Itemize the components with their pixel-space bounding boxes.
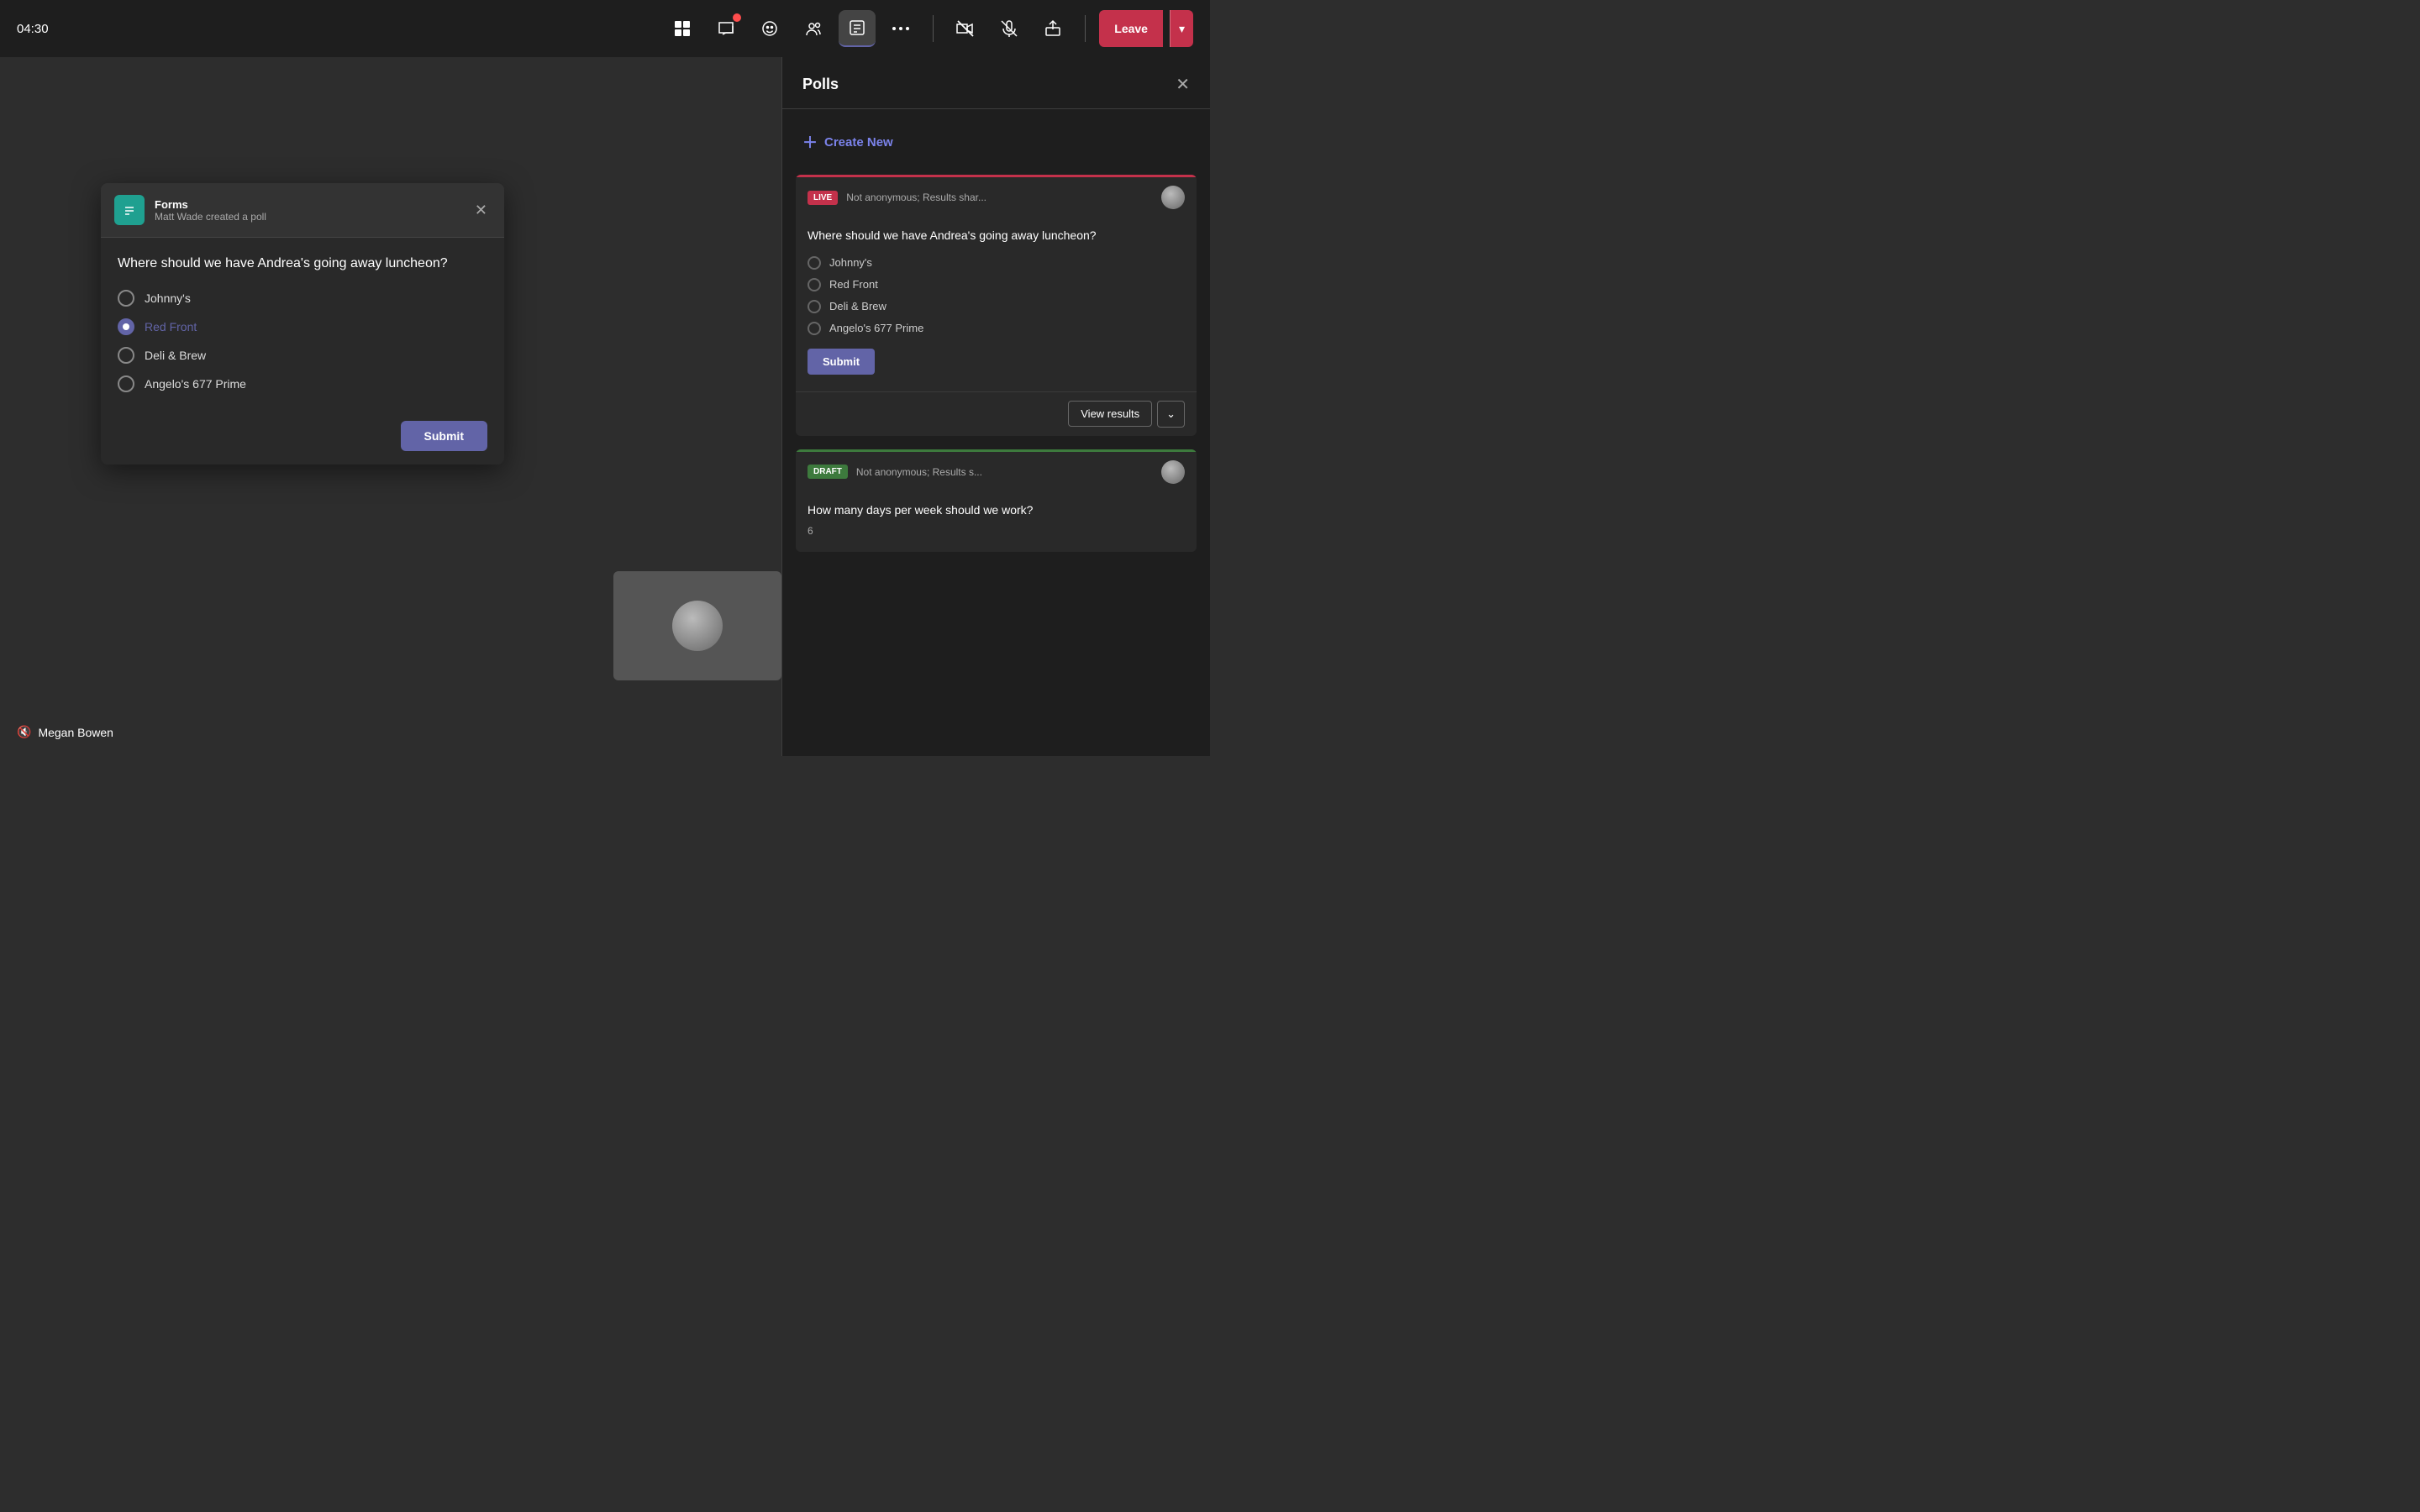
radio-delibrew[interactable] <box>118 347 134 364</box>
option-johnnys-label: Johnny's <box>145 291 191 305</box>
popup-close-button[interactable]: ✕ <box>471 198 491 223</box>
live-option-johnnys[interactable]: Johnny's <box>808 256 1185 270</box>
divider2 <box>1085 15 1086 42</box>
more-icon[interactable] <box>882 10 919 47</box>
main-content: Forms Matt Wade created a poll ✕ Where s… <box>0 57 781 756</box>
poll-option-angelos[interactable]: Angelo's 677 Prime <box>118 375 487 392</box>
polls-sidebar: Polls ✕ ＋ Create New LIVE Not anonymous;… <box>781 57 1210 756</box>
poll-popup-title: Forms Matt Wade created a poll <box>155 198 471 223</box>
poll-question-text: Where should we have Andrea's going away… <box>118 255 487 273</box>
poll-option-delibrew[interactable]: Deli & Brew <box>118 347 487 364</box>
user-name-label: 🔇 Megan Bowen <box>17 725 113 739</box>
live-poll-card: LIVE Not anonymous; Results shar... Wher… <box>796 175 1197 436</box>
live-card-footer: View results ⌄ <box>796 391 1197 436</box>
live-poll-submit-button[interactable]: Submit <box>808 349 875 375</box>
radio-inner <box>123 323 129 330</box>
live-option-redfront[interactable]: Red Front <box>808 278 1185 291</box>
live-card-body: Where should we have Andrea's going away… <box>796 218 1197 391</box>
radio-redfront[interactable] <box>118 318 134 335</box>
poll-popup: Forms Matt Wade created a poll ✕ Where s… <box>101 183 504 465</box>
user-avatar <box>672 601 723 651</box>
card-radio-johnnys[interactable] <box>808 256 821 270</box>
create-new-button[interactable]: ＋ Create New <box>802 123 1190 161</box>
poll-option-johnnys[interactable]: Johnny's <box>118 290 487 307</box>
card-radio-delibrew[interactable] <box>808 300 821 313</box>
live-card-header: LIVE Not anonymous; Results shar... <box>796 177 1197 218</box>
draft-card-header: DRAFT Not anonymous; Results s... <box>796 452 1197 492</box>
emoji-icon[interactable] <box>751 10 788 47</box>
draft-badge: DRAFT <box>808 465 848 479</box>
draft-poll-card: DRAFT Not anonymous; Results s... How ma… <box>796 449 1197 553</box>
draft-poll-meta: Not anonymous; Results s... <box>856 466 1153 478</box>
poll-option-redfront[interactable]: Red Front <box>118 318 487 335</box>
apps-icon[interactable] <box>664 10 701 47</box>
popup-submit-button[interactable]: Submit <box>401 421 487 451</box>
view-results-button[interactable]: View results <box>1068 401 1152 427</box>
avatar-image <box>672 601 723 651</box>
draft-answer-row: 6 <box>808 525 1185 537</box>
poll-popup-header: Forms Matt Wade created a poll ✕ <box>101 183 504 238</box>
draft-poll-question: How many days per week should we work? <box>808 502 1185 519</box>
card-radio-redfront[interactable] <box>808 278 821 291</box>
poll-popup-body: Where should we have Andrea's going away… <box>101 238 504 421</box>
chat-badge <box>733 13 741 22</box>
radio-angelos[interactable] <box>118 375 134 392</box>
create-new-label: Create New <box>824 135 893 150</box>
card-radio-angelos[interactable] <box>808 322 821 335</box>
card-option-delibrew-label: Deli & Brew <box>829 300 886 312</box>
participants-icon[interactable] <box>795 10 832 47</box>
draft-answer-count: 6 <box>808 525 813 537</box>
live-poll-meta: Not anonymous; Results shar... <box>846 192 1153 203</box>
share-icon[interactable] <box>1034 10 1071 47</box>
live-poll-question: Where should we have Andrea's going away… <box>808 228 1185 244</box>
mic-muted-icon: 🔇 <box>17 725 31 739</box>
video-off-icon[interactable] <box>947 10 984 47</box>
mic-off-icon[interactable] <box>991 10 1028 47</box>
app-name-label: Forms <box>155 198 471 211</box>
expand-poll-button[interactable]: ⌄ <box>1157 401 1185 428</box>
live-poll-avatar <box>1161 186 1185 209</box>
live-option-delibrew[interactable]: Deli & Brew <box>808 300 1185 313</box>
top-bar: 04:30 <box>0 0 1210 57</box>
live-badge: LIVE <box>808 191 838 205</box>
video-thumbnail <box>613 571 781 680</box>
plus-icon: ＋ <box>802 131 818 153</box>
radio-johnnys[interactable] <box>118 290 134 307</box>
user-display-name: Megan Bowen <box>38 726 113 739</box>
polls-scroll-area: LIVE Not anonymous; Results shar... Wher… <box>782 175 1210 756</box>
leave-button[interactable]: Leave <box>1099 10 1163 47</box>
polls-close-button[interactable]: ✕ <box>1176 74 1190 95</box>
divider <box>933 15 934 42</box>
polls-header: Polls ✕ <box>782 57 1210 109</box>
forms-icon[interactable] <box>839 10 876 47</box>
option-delibrew-label: Deli & Brew <box>145 349 206 362</box>
top-bar-controls: Leave ▾ <box>664 10 1193 47</box>
card-option-angelos-label: Angelo's 677 Prime <box>829 322 923 334</box>
option-angelos-label: Angelo's 677 Prime <box>145 377 246 391</box>
card-option-johnnys-label: Johnny's <box>829 256 872 269</box>
poll-popup-footer: Submit <box>101 421 504 465</box>
chat-icon[interactable] <box>708 10 744 47</box>
forms-app-icon <box>114 195 145 225</box>
draft-poll-avatar <box>1161 460 1185 484</box>
polls-panel-title: Polls <box>802 76 839 93</box>
live-option-angelos[interactable]: Angelo's 677 Prime <box>808 322 1185 335</box>
draft-card-body: How many days per week should we work? 6 <box>796 492 1197 553</box>
meeting-timer: 04:30 <box>17 22 49 36</box>
card-option-redfront-label: Red Front <box>829 278 878 291</box>
app-subtitle-label: Matt Wade created a poll <box>155 211 471 223</box>
option-redfront-label: Red Front <box>145 320 197 333</box>
leave-dropdown[interactable]: ▾ <box>1170 10 1193 47</box>
